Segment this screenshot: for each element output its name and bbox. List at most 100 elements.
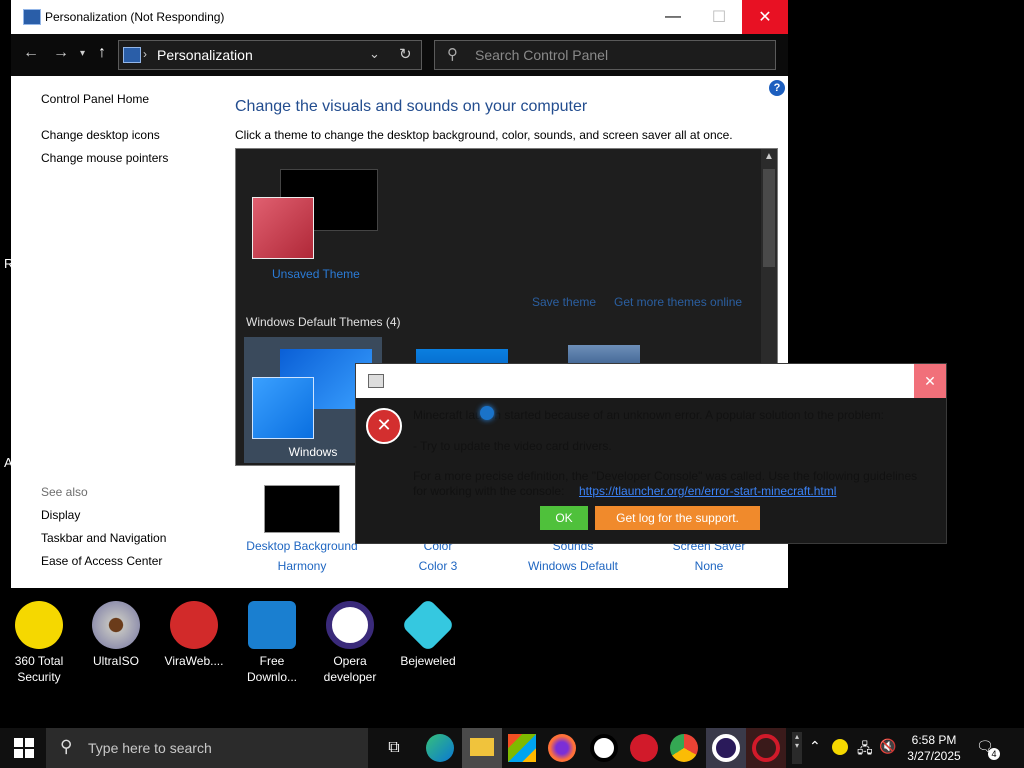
change-mouse-pointers-link[interactable]: Change mouse pointers — [41, 151, 168, 165]
desktop-icon-label: Free Downlo... — [246, 654, 298, 684]
taskbar-search-placeholder: Type here to search — [88, 740, 212, 756]
window-title: Personalization (Not Responding) — [45, 10, 225, 24]
breadcrumb-chevron-icon: › — [143, 47, 147, 61]
clock-time: 6:58 PM — [911, 733, 957, 747]
desktop-background-label[interactable]: Desktop Background — [237, 539, 367, 553]
sounds-value[interactable]: Windows Default — [508, 559, 638, 573]
page-subtext: Click a theme to change the desktop back… — [235, 128, 733, 142]
tray-scroll-icon[interactable]: ▴ ▾ — [792, 732, 802, 764]
taskbar-navigation-link[interactable]: Taskbar and Navigation — [41, 531, 166, 545]
dialog-body: ✕ Minecraft launch started because of an… — [356, 398, 946, 543]
opera-red-taskbar-icon[interactable] — [746, 728, 786, 768]
address-text: Personalization — [157, 47, 253, 63]
desktop-icon-label: 360 Total Security — [14, 654, 64, 684]
forward-arrow-icon[interactable]: → — [53, 44, 69, 62]
close-button[interactable]: ✕ — [742, 0, 788, 34]
start-windows-icon[interactable] — [14, 738, 34, 758]
opera-developer-icon — [326, 601, 374, 649]
unsaved-theme-tile[interactable] — [250, 169, 380, 264]
desktop-icon-label: ViraWeb.... — [164, 654, 224, 668]
dialog-message-line4: for working with the console: — [413, 484, 565, 498]
error-icon: ✕ — [366, 408, 402, 444]
theme-preview-window — [252, 197, 314, 259]
360-total-security-icon — [15, 601, 63, 649]
chrome-icon[interactable] — [670, 734, 698, 762]
search-placeholder: Search Control Panel — [475, 47, 609, 63]
display-link[interactable]: Display — [41, 508, 80, 522]
error-help-link[interactable]: https://tlauncher.org/en/error-start-min… — [579, 484, 836, 498]
taskbar: ⚲ Type here to search ⧉ ▴ ▾ ⌃ 🖧 🔇 6:58 PM… — [0, 728, 1024, 768]
bejeweled-gem-icon — [400, 597, 456, 653]
edge-browser-icon[interactable] — [426, 734, 454, 762]
see-also-label: See also — [41, 485, 88, 499]
save-theme-link[interactable]: Save theme — [532, 295, 596, 309]
tray-360-icon[interactable] — [832, 739, 848, 755]
recent-chevron-icon[interactable]: ▾ — [80, 48, 85, 59]
free-download-manager-icon — [248, 601, 296, 649]
network-icon[interactable]: 🖧 — [857, 738, 873, 762]
maximize-button[interactable]: ☐ — [696, 0, 742, 34]
microsoft-store-icon[interactable] — [508, 734, 536, 762]
task-view-icon[interactable]: ⧉ — [380, 734, 408, 762]
ease-of-access-link[interactable]: Ease of Access Center — [41, 554, 162, 568]
error-dialog: ✕ ✕ Minecraft launch started because of … — [355, 363, 947, 544]
dialog-message-line2: - Try to update the video card drivers. — [413, 439, 612, 453]
desktop-icon-opera-developer[interactable]: Opera developer — [314, 601, 386, 685]
show-hidden-icons-chevron-icon[interactable]: ⌃ — [809, 738, 821, 755]
desktop-background-thumb[interactable] — [264, 485, 340, 533]
address-dropdown-icon[interactable]: ⌄ — [369, 46, 380, 62]
desktop-icon-bejeweled[interactable]: Bejeweled — [392, 597, 464, 669]
loading-spinner-icon — [480, 406, 494, 420]
viraweb-globe-icon — [170, 601, 218, 649]
screen-saver-value[interactable]: None — [644, 559, 774, 573]
refresh-icon[interactable]: ↻ — [399, 45, 412, 63]
window-icon — [23, 9, 41, 25]
unsaved-theme-label[interactable]: Unsaved Theme — [272, 267, 360, 281]
desktop-icon-label: Opera developer — [323, 654, 377, 684]
get-more-themes-link[interactable]: Get more themes online — [614, 295, 742, 309]
scrollbar-thumb[interactable] — [763, 169, 775, 267]
scroll-up-arrow-icon[interactable]: ▲ — [764, 151, 774, 162]
dialog-window-icon — [368, 374, 384, 388]
control-panel-home-link[interactable]: Control Panel Home — [41, 92, 149, 106]
dialog-title-bar[interactable]: ✕ — [356, 364, 946, 398]
desktop-icon-ultraiso[interactable]: UltraISO — [80, 601, 152, 669]
control-panel-icon — [123, 47, 141, 63]
desktop-icon-label: Bejeweled — [400, 654, 456, 668]
back-arrow-icon[interactable]: ← — [23, 44, 39, 62]
windows-preview-window — [252, 377, 314, 439]
opera-gx-icon[interactable] — [590, 734, 618, 762]
notification-count-badge: 4 — [988, 748, 1000, 760]
firefox-icon[interactable] — [548, 734, 576, 762]
dialog-message-line3: For a more precise definition, the "Deve… — [413, 469, 918, 483]
address-bar[interactable]: › Personalization ⌄ ↻ — [118, 40, 422, 70]
taskbar-search-icon: ⚲ — [60, 737, 73, 756]
get-log-button[interactable]: Get log for the support. — [595, 506, 760, 530]
navigation-bar: ← → ▾ ↑ › Personalization ⌄ ↻ ⚲ Search C… — [11, 34, 788, 76]
minimize-button[interactable]: — — [650, 0, 696, 34]
file-explorer-icon[interactable] — [462, 728, 502, 768]
change-desktop-icons-link[interactable]: Change desktop icons — [41, 128, 160, 142]
ok-button[interactable]: OK — [540, 506, 588, 530]
dialog-close-button[interactable]: ✕ — [914, 364, 946, 398]
default-themes-label: Windows Default Themes (4) — [246, 315, 401, 329]
desktop-background-value[interactable]: Harmony — [237, 559, 367, 573]
clock[interactable]: 6:58 PM 3/27/2025 — [896, 732, 972, 764]
opera-icon[interactable] — [630, 734, 658, 762]
title-bar[interactable]: Personalization (Not Responding) — ☐ ✕ — [11, 0, 788, 34]
desktop-icon-360-total-security[interactable]: 360 Total Security — [3, 601, 75, 685]
color-value[interactable]: Color 3 — [373, 559, 503, 573]
help-icon[interactable]: ? — [769, 80, 785, 96]
opera-developer-taskbar-icon[interactable] — [706, 728, 746, 768]
volume-muted-icon[interactable]: 🔇 — [879, 738, 896, 755]
desktop-icon-viraweb[interactable]: ViraWeb.... — [158, 601, 230, 669]
ultraiso-disc-icon — [92, 601, 140, 649]
page-heading: Change the visuals and sounds on your co… — [235, 98, 588, 115]
clock-date: 3/27/2025 — [907, 749, 961, 763]
desktop-icon-label: UltraISO — [92, 654, 139, 668]
taskbar-search-box[interactable]: ⚲ Type here to search — [46, 728, 368, 768]
up-arrow-icon[interactable]: ↑ — [98, 44, 106, 62]
search-box[interactable]: ⚲ Search Control Panel — [434, 40, 776, 70]
search-icon: ⚲ — [447, 46, 458, 63]
desktop-icon-free-download[interactable]: Free Downlo... — [236, 601, 308, 685]
